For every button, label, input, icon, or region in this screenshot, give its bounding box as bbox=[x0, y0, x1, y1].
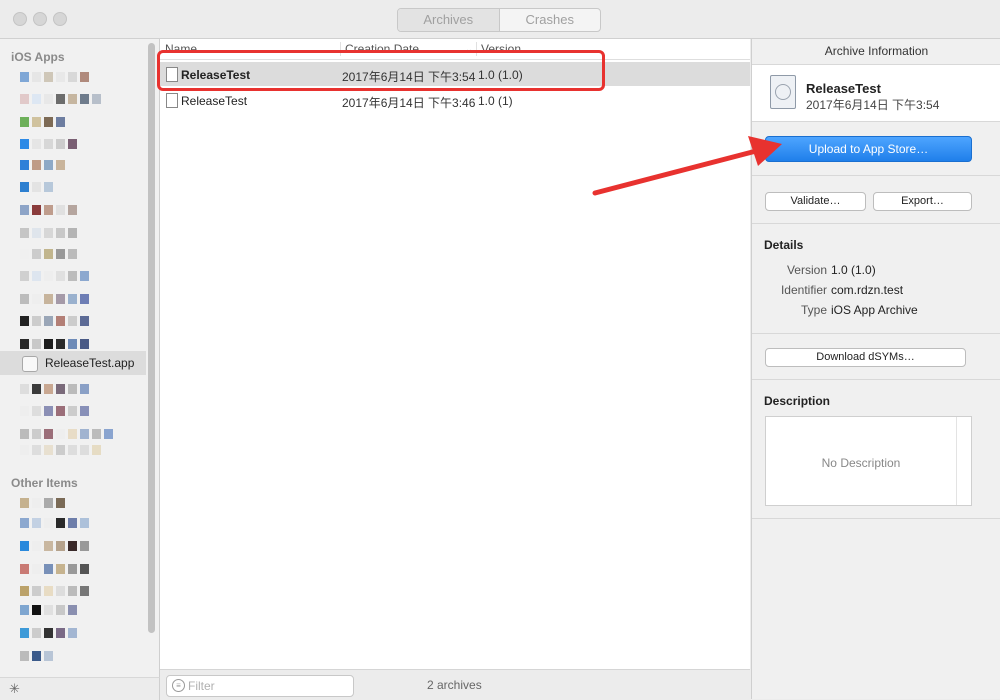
app-icon bbox=[22, 356, 38, 372]
sidebar-scrollbar[interactable] bbox=[148, 43, 155, 633]
annotation-highlight-box bbox=[157, 50, 605, 91]
archive-summary-date: 2017年6月14日 下午3:54 bbox=[806, 98, 940, 112]
list-footer: ≡ Filter 2 archives bbox=[160, 669, 750, 700]
archive-summary: ReleaseTest 2017年6月14日 下午3:54 bbox=[752, 65, 1000, 122]
tab-crashes[interactable]: Crashes bbox=[500, 9, 601, 31]
blurred-app-item[interactable] bbox=[20, 205, 80, 215]
annotation-arrow-icon bbox=[592, 136, 782, 196]
archive-date: 2017年6月14日 下午3:46 bbox=[342, 96, 476, 110]
blurred-archive-item[interactable] bbox=[20, 564, 92, 574]
blurred-app-item[interactable] bbox=[20, 72, 92, 82]
identifier-label: Identifier bbox=[780, 283, 827, 297]
filter-icon: ≡ bbox=[172, 679, 185, 692]
divider bbox=[752, 223, 1000, 224]
divider bbox=[752, 518, 1000, 519]
archive-name: ReleaseTest bbox=[181, 94, 248, 108]
sidebar-footer: ✳ bbox=[0, 677, 160, 700]
description-placeholder: No Description bbox=[821, 456, 901, 470]
description-section-title: Description bbox=[764, 394, 831, 408]
archive-app-icon bbox=[770, 75, 796, 109]
blurred-archive-item[interactable] bbox=[20, 651, 56, 661]
blurred-app-item[interactable] bbox=[20, 384, 92, 394]
blurred-app-item[interactable] bbox=[20, 445, 104, 455]
archive-row[interactable]: ReleaseTest 2017年6月14日 下午3:46 1.0 (1) bbox=[160, 88, 750, 112]
close-window-button[interactable] bbox=[13, 12, 27, 26]
title-bar: Archives Crashes bbox=[0, 0, 1000, 39]
blurred-app-item[interactable] bbox=[20, 117, 68, 127]
archive-file-icon bbox=[166, 93, 178, 108]
download-dsyms-button[interactable]: Download dSYMs… bbox=[765, 348, 966, 367]
blurred-archive-item[interactable] bbox=[20, 605, 80, 615]
archive-version: 1.0 (1) bbox=[478, 94, 513, 108]
blurred-archive-item[interactable] bbox=[20, 498, 68, 508]
export-button[interactable]: Export… bbox=[873, 192, 972, 211]
blurred-archive-item[interactable] bbox=[20, 628, 80, 638]
version-value: 1.0 (1.0) bbox=[831, 263, 876, 277]
blurred-app-item[interactable] bbox=[20, 271, 92, 281]
blurred-app-item[interactable] bbox=[20, 429, 116, 439]
description-scrollbar[interactable] bbox=[956, 417, 971, 505]
version-label: Version bbox=[786, 263, 827, 277]
sidebar-section-ios-apps: iOS Apps bbox=[11, 50, 65, 64]
blurred-archive-item[interactable] bbox=[20, 541, 92, 551]
filter-field[interactable]: ≡ Filter bbox=[166, 675, 354, 697]
divider bbox=[752, 379, 1000, 380]
blurred-app-item[interactable] bbox=[20, 160, 68, 170]
sidebar-section-other-items: Other Items bbox=[11, 476, 78, 490]
view-segmented-control: Archives Crashes bbox=[397, 8, 601, 32]
blurred-archive-item[interactable] bbox=[20, 518, 92, 528]
blurred-app-item[interactable] bbox=[20, 294, 92, 304]
blurred-app-item[interactable] bbox=[20, 228, 80, 238]
tab-archives[interactable]: Archives bbox=[398, 9, 500, 31]
archive-summary-name: ReleaseTest bbox=[806, 81, 881, 96]
sidebar-item-releasetest-app[interactable]: ReleaseTest.app bbox=[0, 351, 146, 375]
description-field[interactable]: No Description bbox=[765, 416, 972, 506]
details-section-title: Details bbox=[764, 238, 804, 252]
blurred-app-item[interactable] bbox=[20, 94, 104, 104]
divider bbox=[752, 333, 1000, 334]
archive-count: 2 archives bbox=[427, 678, 482, 692]
blurred-app-item[interactable] bbox=[20, 139, 80, 149]
identifier-value: com.rdzn.test bbox=[831, 283, 904, 297]
upload-to-app-store-button[interactable]: Upload to App Store… bbox=[765, 136, 972, 162]
sidebar: iOS Apps ReleaseTest.app Other Items bbox=[0, 39, 160, 677]
blurred-app-item[interactable] bbox=[20, 316, 92, 326]
blurred-app-item[interactable] bbox=[20, 406, 92, 416]
filter-placeholder: Filter bbox=[188, 679, 215, 693]
blurred-app-item[interactable] bbox=[20, 249, 80, 259]
blurred-app-item[interactable] bbox=[20, 182, 56, 192]
type-label: Type bbox=[800, 303, 827, 317]
type-value: iOS App Archive bbox=[831, 303, 918, 317]
blurred-app-item[interactable] bbox=[20, 339, 92, 349]
minimize-window-button[interactable] bbox=[33, 12, 47, 26]
blurred-archive-item[interactable] bbox=[20, 586, 92, 596]
panel-title: Archive Information bbox=[752, 39, 1000, 65]
activity-spinner-icon: ✳ bbox=[9, 681, 20, 696]
sidebar-item-label: ReleaseTest.app bbox=[45, 356, 135, 370]
zoom-window-button[interactable] bbox=[53, 12, 67, 26]
